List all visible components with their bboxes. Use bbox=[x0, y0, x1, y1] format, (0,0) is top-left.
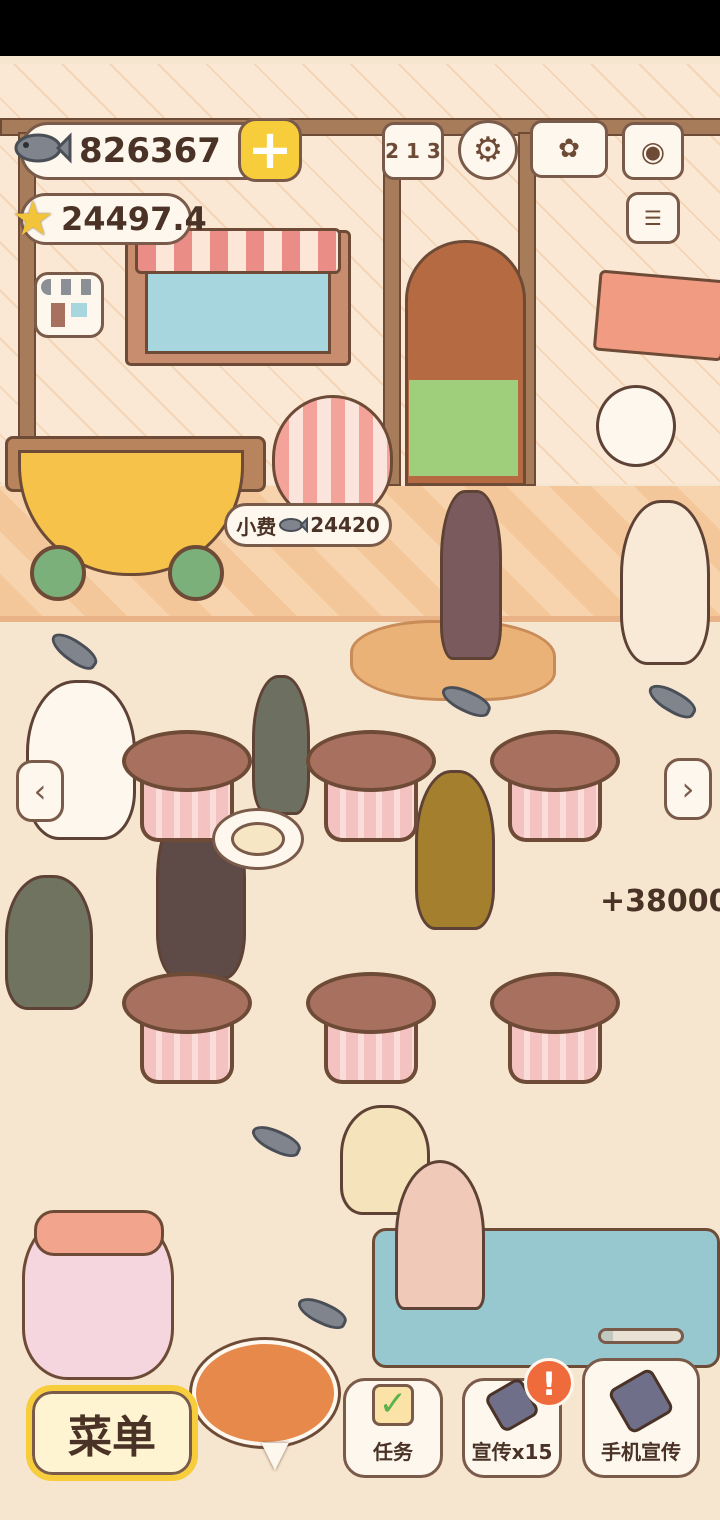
tip-label: 小费 bbox=[236, 514, 277, 539]
tasks-button[interactable]: ✓ 任务 bbox=[343, 1378, 443, 1478]
striped-customer[interactable] bbox=[252, 675, 310, 815]
cart-wheel-left bbox=[30, 545, 86, 601]
checklist-icon: ✓ bbox=[372, 1384, 414, 1426]
cupcake-table-4[interactable] bbox=[122, 972, 252, 1087]
cupcake-table-2[interactable] bbox=[306, 730, 436, 845]
candy-jar-lid bbox=[34, 1210, 164, 1256]
chevron-left-icon: ‹ bbox=[33, 772, 47, 810]
cake-machine[interactable] bbox=[395, 1160, 485, 1310]
ranking-icon-label: 2 1 3 bbox=[385, 139, 441, 163]
cupcake-table-5[interactable] bbox=[306, 972, 436, 1087]
food-order-bubble[interactable] bbox=[212, 808, 304, 870]
earnings-popup: +38000 bbox=[600, 884, 720, 919]
exclamation-icon: ! bbox=[541, 1365, 557, 1403]
menu-button-label: 菜单 bbox=[68, 1412, 156, 1463]
star-currency-value: 24497.4 bbox=[61, 200, 207, 238]
phone-promote-label: 手机宣传 bbox=[601, 1440, 681, 1464]
chevron-down-icon: ▼ bbox=[261, 1434, 289, 1475]
cupcake-table-3[interactable] bbox=[490, 730, 620, 845]
tasks-label: 任务 bbox=[373, 1440, 413, 1464]
star-currency-icon: ★ bbox=[11, 191, 55, 247]
door-grass-view bbox=[409, 380, 518, 476]
ranking-icon[interactable]: 2 1 3 bbox=[382, 122, 444, 180]
cart-wheel-right bbox=[168, 545, 224, 601]
wolf-customer[interactable] bbox=[440, 490, 502, 660]
camera-icon[interactable]: ◉ bbox=[622, 122, 684, 180]
phone-icon bbox=[606, 1366, 676, 1436]
cupcake-table-6[interactable] bbox=[490, 972, 620, 1087]
phone-promote-button[interactable]: 手机宣传 bbox=[582, 1358, 700, 1478]
alert-badge: ! bbox=[524, 1358, 574, 1408]
book-icon[interactable]: ✿ bbox=[530, 120, 608, 178]
fish-currency-icon bbox=[14, 132, 72, 164]
scroll-left-button[interactable]: ‹ bbox=[16, 760, 64, 822]
sakura-sign bbox=[592, 269, 720, 362]
waiter-cat-right[interactable] bbox=[620, 500, 710, 665]
notice-board-icon[interactable]: ☰ bbox=[626, 192, 680, 244]
tip-fish-icon bbox=[279, 516, 309, 534]
promote-label: 宣传x15 bbox=[471, 1440, 553, 1464]
menu-button[interactable]: 菜单 bbox=[26, 1385, 198, 1481]
status-bar bbox=[0, 0, 720, 56]
tip-amount: 24420 bbox=[310, 513, 380, 537]
ramen-bowl-icon bbox=[231, 822, 285, 856]
tip-bubble[interactable]: 小费 24420 bbox=[224, 503, 392, 547]
add-currency-button[interactable]: + bbox=[238, 118, 302, 182]
machine-progress-bar bbox=[598, 1328, 684, 1344]
fish-currency-value: 826367 bbox=[79, 131, 221, 171]
shop-store-icon[interactable] bbox=[34, 272, 104, 338]
collapse-button[interactable]: ▼ bbox=[246, 1437, 304, 1473]
chevron-right-icon: › bbox=[681, 770, 695, 808]
orange-plate[interactable] bbox=[192, 1340, 338, 1446]
mouse-customer[interactable] bbox=[5, 875, 93, 1010]
shop-window bbox=[145, 268, 331, 354]
waiter-cat-upper[interactable] bbox=[596, 385, 676, 467]
gear-icon[interactable]: ⚙ bbox=[458, 120, 518, 180]
scroll-right-button[interactable]: › bbox=[664, 758, 712, 820]
